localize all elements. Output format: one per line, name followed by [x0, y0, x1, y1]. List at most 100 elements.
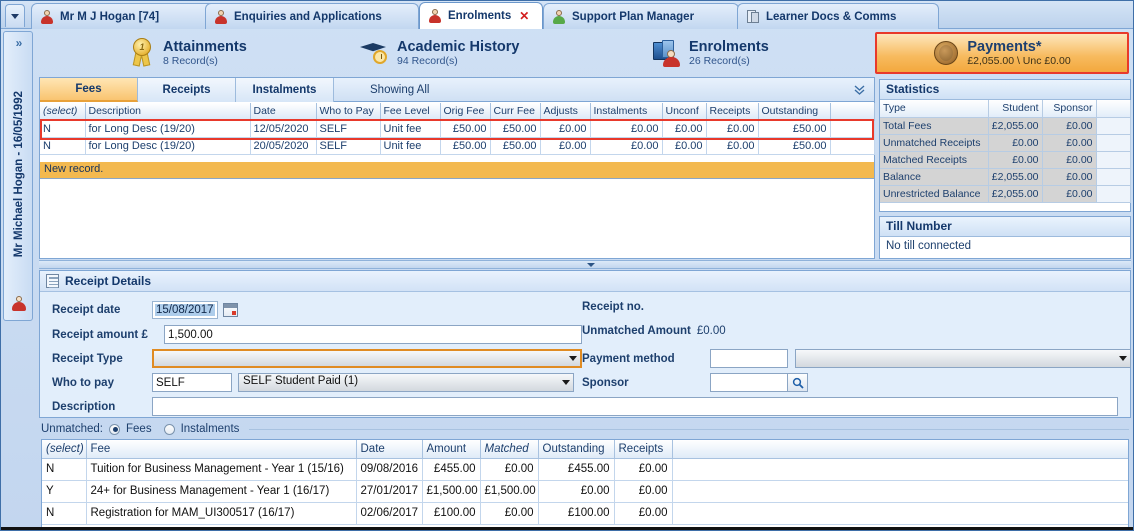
fees-col-orig-fee[interactable]: Orig Fee: [440, 103, 490, 120]
fees-col-who-to-pay[interactable]: Who to Pay: [316, 103, 380, 120]
cell-type: Unrestricted Balance: [880, 185, 988, 202]
subtab-instalments[interactable]: Instalments: [236, 78, 334, 102]
table-row[interactable]: N Tuition for Business Management - Year…: [42, 458, 1128, 480]
radio-fees-label[interactable]: Fees: [126, 423, 152, 435]
cell-student: £0.00: [988, 151, 1042, 168]
cell-instalments: £0.00: [590, 137, 662, 154]
cell-adjusts: £0.00: [540, 137, 590, 154]
table-row[interactable]: Y 24+ for Business Management - Year 1 (…: [42, 480, 1128, 502]
fees-col-instalments[interactable]: Instalments: [590, 103, 662, 120]
subtab-receipts[interactable]: Receipts: [138, 78, 236, 102]
cell-spacer: [1096, 185, 1130, 202]
description-row: Description: [52, 397, 1118, 416]
tab-list-dropdown-button[interactable]: [5, 4, 25, 27]
um-col-date[interactable]: Date: [356, 440, 422, 458]
payment-method-select[interactable]: [795, 349, 1131, 368]
unmatched-grid[interactable]: (select) Fee Date Amount Matched Outstan…: [41, 439, 1129, 529]
subtab-label: Instalments: [253, 84, 317, 96]
panel-splitter[interactable]: [39, 260, 1131, 269]
subtab-fees[interactable]: Fees: [40, 78, 138, 102]
description-input[interactable]: [152, 397, 1118, 416]
unmatched-header-row: (select) Fee Date Amount Matched Outstan…: [42, 440, 1128, 458]
table-row: Unrestricted Balance £2,055.00 £0.00: [880, 185, 1130, 202]
fees-col-select[interactable]: (select): [40, 103, 85, 120]
cell-description: for Long Desc (19/20): [85, 137, 250, 154]
chevron-double-down-icon[interactable]: [850, 81, 868, 99]
new-record-row[interactable]: New record.: [40, 162, 874, 179]
fees-col-unconf[interactable]: Unconf: [662, 103, 706, 120]
cell-select[interactable]: N: [42, 458, 86, 480]
cell-select[interactable]: Y: [42, 480, 86, 502]
chevron-down-icon[interactable]: [558, 374, 573, 391]
close-icon[interactable]: ✕: [519, 9, 529, 23]
nav-item-academic-history[interactable]: Academic History 94 Record(s): [353, 31, 603, 75]
fees-grid[interactable]: (select) Description Date Who to Pay Fee…: [40, 103, 875, 155]
table-row: Matched Receipts £0.00 £0.00: [880, 151, 1130, 168]
cell-spacer: [1096, 168, 1130, 185]
medal-icon: 1: [129, 38, 155, 68]
cell-outstanding: £50.00: [758, 137, 830, 154]
um-col-select[interactable]: (select): [42, 440, 86, 458]
cell-outstanding: £100.00: [538, 502, 614, 524]
cell-select[interactable]: N: [40, 137, 85, 154]
documents-icon: [746, 10, 760, 24]
nav-item-attainments[interactable]: 1 Attainments 8 Record(s): [123, 31, 323, 75]
receipt-amount-input[interactable]: [164, 325, 582, 344]
radio-instalments-label[interactable]: Instalments: [181, 423, 240, 435]
fees-col-description[interactable]: Description: [85, 103, 250, 120]
receipt-date-input[interactable]: 15/08/2017: [152, 301, 218, 319]
fees-col-outstanding[interactable]: Outstanding: [758, 103, 830, 120]
payment-method-code-input[interactable]: [710, 349, 788, 368]
nav-item-payments[interactable]: Payments* £2,055.00 \ Unc £0.00: [875, 32, 1129, 74]
nav-item-subtitle: 8 Record(s): [163, 55, 247, 67]
who-to-pay-select[interactable]: SELF Student Paid (1): [238, 373, 574, 392]
sidebar-expand-button[interactable]: »: [4, 34, 33, 52]
table-row[interactable]: N for Long Desc (19/20) 20/05/2020 SELF …: [40, 137, 874, 154]
nav-item-enrolments[interactable]: Enrolments 26 Record(s): [647, 31, 847, 75]
table-row[interactable]: N for Long Desc (19/20) 12/05/2020 SELF …: [40, 120, 874, 137]
tab-support-plan-manager[interactable]: Support Plan Manager: [543, 3, 739, 29]
sponsor-input[interactable]: [710, 373, 788, 392]
um-col-outstanding[interactable]: Outstanding: [538, 440, 614, 458]
unmatched-amount-label: Unmatched Amount: [582, 325, 691, 337]
cell-select[interactable]: N: [42, 502, 86, 524]
description-label: Description: [52, 401, 152, 413]
fees-col-curr-fee[interactable]: Curr Fee: [490, 103, 540, 120]
radio-fees[interactable]: [109, 424, 120, 435]
fees-col-receipts[interactable]: Receipts: [706, 103, 758, 120]
um-col-receipts[interactable]: Receipts: [614, 440, 672, 458]
chevron-double-down-glyph: [854, 84, 865, 96]
who-to-pay-code-input[interactable]: [152, 373, 232, 392]
um-col-fee[interactable]: Fee: [86, 440, 356, 458]
um-col-spacer: [672, 440, 1128, 458]
unmatched-amount-value: £0.00: [697, 325, 726, 337]
um-col-amount[interactable]: Amount: [422, 440, 480, 458]
tab-learner-docs-and-comms[interactable]: Learner Docs & Comms: [737, 3, 939, 29]
receipt-details-header: Receipt Details: [40, 271, 1130, 292]
receipt-no-label: Receipt no.: [582, 301, 644, 313]
receipt-type-select[interactable]: [152, 349, 582, 368]
tab-enrolments[interactable]: Enrolments ✕: [419, 2, 543, 29]
fees-col-adjusts[interactable]: Adjusts: [540, 103, 590, 120]
table-row[interactable]: N Registration for MAM_UI300517 (16/17) …: [42, 502, 1128, 524]
fees-col-date[interactable]: Date: [250, 103, 316, 120]
receipt-no-row: Receipt no.: [582, 301, 650, 313]
radio-instalments[interactable]: [164, 424, 175, 435]
search-icon[interactable]: [788, 373, 808, 392]
receipt-amount-label: Receipt amount £: [52, 329, 164, 341]
statistics-panel: Statistics Type Student Sponsor Total Fe…: [879, 79, 1131, 212]
um-col-matched[interactable]: Matched: [480, 440, 538, 458]
tab-mr-m-j-hogan[interactable]: Mr M J Hogan [74]: [31, 3, 219, 29]
cell-sponsor: £0.00: [1042, 168, 1096, 185]
chevron-down-icon[interactable]: [1115, 350, 1130, 367]
chevron-down-icon[interactable]: [587, 263, 595, 267]
fees-col-fee-level[interactable]: Fee Level: [380, 103, 440, 120]
cell-amount: £100.00: [422, 502, 480, 524]
cell-sponsor: £0.00: [1042, 134, 1096, 151]
cell-spacer: [672, 502, 1128, 524]
cell-select[interactable]: N: [40, 120, 85, 137]
chevron-down-icon[interactable]: [565, 351, 580, 366]
tab-enquiries-and-applications[interactable]: Enquiries and Applications: [205, 3, 419, 29]
calendar-icon[interactable]: [223, 303, 238, 317]
sidebar-student-label-container[interactable]: Mr Michael Hogan - 16/05/1992: [4, 54, 33, 294]
